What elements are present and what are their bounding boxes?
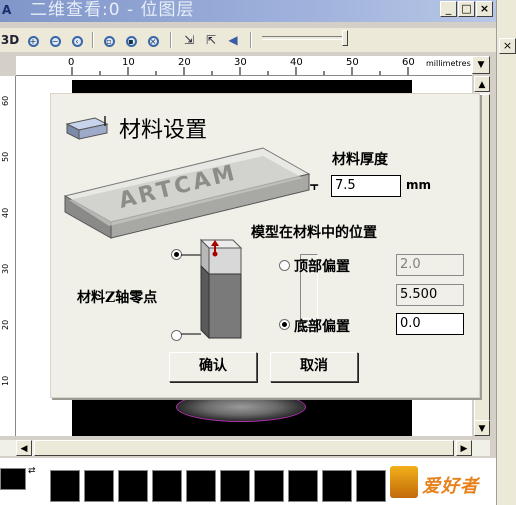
zoom-in-icon[interactable]: + (24, 31, 42, 49)
logo-text: 爱好者 (422, 476, 479, 497)
bottom-offset-radio[interactable] (279, 319, 290, 330)
material-setup-dialog: 材料设置 材料厚度 ⫟ 7.5 mm ARTCAM 模型在材料中的位置 材料Z轴… (50, 93, 480, 398)
close-button[interactable]: × (476, 1, 493, 17)
vertical-ruler: 60 50 40 30 20 10 (0, 76, 16, 436)
palette-swatch[interactable] (254, 470, 284, 502)
ruler-ticks (71, 67, 409, 75)
zoom-all-icon[interactable]: × (144, 31, 162, 49)
material-block-icon (65, 116, 109, 140)
palette-swatch[interactable] (220, 470, 250, 502)
artcam-window: A 二维查看:0 - 位图层 _ □ × × 3D + − ‹ ▫ ▪ × ⇲ … (0, 0, 516, 505)
export-icon[interactable]: ⇱ (202, 31, 220, 49)
thickness-label: 材料厚度 (332, 152, 388, 168)
ok-button[interactable]: 确认 (169, 352, 257, 382)
app-icon: A (2, 3, 12, 17)
horizontal-scrollbar[interactable]: ◀ ▶ (0, 440, 490, 456)
z-zero-block-illustration (181, 238, 243, 340)
palette-swatch[interactable] (288, 470, 318, 502)
palette-swatch[interactable] (84, 470, 114, 502)
ruler-label: 40 (1, 207, 10, 218)
model-position-label: 模型在材料中的位置 (251, 225, 377, 241)
panel-close-icon[interactable]: × (499, 38, 516, 54)
palette-swatch[interactable] (50, 470, 80, 502)
z-zero-label: 材料Z轴零点 (77, 290, 158, 306)
scroll-left-icon[interactable]: ◀ (16, 440, 32, 456)
ruler-menu-button[interactable]: ▼ (472, 56, 490, 74)
ruler-label: 30 (1, 263, 10, 274)
cancel-button[interactable]: 取消 (270, 352, 358, 382)
ruler-label: 50 (1, 151, 10, 162)
maximize-button[interactable]: □ (458, 1, 475, 17)
thickness-input[interactable]: 7.5 (331, 175, 401, 197)
horizontal-ruler: 0 10 20 30 40 50 60 millimetres (16, 56, 472, 76)
zoom-previous-icon[interactable]: ‹ (68, 31, 86, 49)
scroll-right-icon[interactable]: ▶ (456, 440, 472, 456)
ruler-label: 10 (1, 375, 10, 386)
zoom-window-icon[interactable]: ▫ (100, 31, 118, 49)
zoom-fit-icon[interactable]: ▪ (122, 31, 140, 49)
right-panel-strip: × (496, 0, 516, 505)
palette-swatch[interactable] (118, 470, 148, 502)
bottom-offset-label: 底部偏置 (294, 319, 350, 335)
scroll-up-icon[interactable]: ▲ (474, 76, 490, 92)
palette-swatch[interactable] (356, 470, 386, 502)
top-offset-input[interactable]: 2.0 (396, 254, 464, 276)
palette-swatch[interactable] (322, 470, 352, 502)
primary-color-swatch[interactable] (0, 468, 26, 490)
palette-swatch[interactable] (152, 470, 182, 502)
title-bar: A 二维查看:0 - 位图层 _ □ × (0, 0, 496, 22)
view-toolbar: 3D + − ‹ ▫ ▪ × ⇲ ⇱ ◀ (0, 28, 496, 52)
window-title: 二维查看:0 - 位图层 (30, 0, 195, 20)
bottom-offset-input[interactable]: 0.0 (396, 313, 464, 335)
toolbar-separator (250, 32, 252, 48)
zoom-out-icon[interactable]: − (46, 31, 64, 49)
minimize-button[interactable]: _ (440, 1, 457, 17)
watermark-logo: 爱好者 (386, 462, 496, 502)
model-height-readout: 5.500 (396, 284, 464, 306)
dialog-title: 材料设置 (119, 118, 208, 143)
thickness-unit: mm (406, 178, 432, 192)
import-icon[interactable]: ⇲ (180, 31, 198, 49)
palette-swatch[interactable] (186, 470, 216, 502)
contrast-slider-thumb[interactable] (342, 30, 348, 46)
arrow-left-icon[interactable]: ◀ (224, 31, 242, 49)
ruler-label: 60 (1, 95, 10, 106)
ruler-label: 20 (1, 319, 10, 330)
toolbar-separator (170, 32, 172, 48)
toolbar-separator (92, 32, 94, 48)
top-offset-label: 顶部偏置 (294, 259, 350, 275)
view-3d-button[interactable]: 3D (0, 31, 20, 49)
logo-mark-icon (390, 466, 418, 498)
ruler-unit: millimetres (426, 59, 471, 68)
contrast-slider-track[interactable] (262, 36, 346, 40)
bitmap-area-top (72, 80, 412, 94)
top-offset-radio[interactable] (279, 260, 290, 271)
scroll-down-icon[interactable]: ▼ (474, 420, 490, 436)
horizontal-scroll-thumb[interactable] (34, 440, 454, 456)
swap-colors-icon[interactable]: ⇄ (28, 466, 36, 476)
